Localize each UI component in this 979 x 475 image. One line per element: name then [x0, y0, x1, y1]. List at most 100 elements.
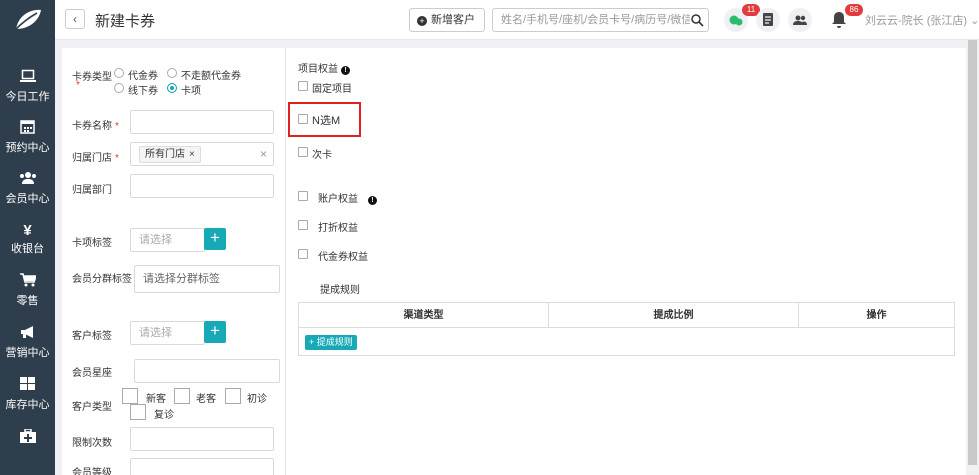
- checkbox-n-choose-m[interactable]: [298, 114, 308, 124]
- voucher-rights-label: 代金券权益: [318, 252, 368, 263]
- store-select[interactable]: 所有门店 × ×: [130, 142, 274, 166]
- calendar-icon: [0, 119, 55, 141]
- sidebar-item-medical[interactable]: [0, 424, 55, 474]
- col-actions: 操作: [866, 310, 887, 321]
- team-button[interactable]: [788, 8, 812, 32]
- store-label: 归属门店 *: [72, 153, 119, 164]
- orders-button[interactable]: [756, 8, 780, 32]
- search-placeholder: 姓名/手机号/座机/会员卡号/病历号/微信号: [501, 14, 704, 26]
- checkbox-discount-rights[interactable]: [298, 220, 308, 230]
- commission-rule-label: 提成规则: [320, 285, 360, 296]
- laptop-icon: [0, 68, 55, 90]
- checkbox-first-visit[interactable]: [225, 388, 241, 404]
- customer-tag-label: 客户标签: [72, 331, 112, 342]
- card-name-input[interactable]: [130, 110, 274, 134]
- sidebar-item-cashier[interactable]: ¥ 收银台: [0, 216, 55, 266]
- col-channel-type: 渠道类型: [403, 310, 444, 321]
- table-header: 渠道类型 提成比例 操作: [299, 303, 954, 328]
- plus-circle-icon: +: [417, 16, 427, 26]
- sidebar-item-retail[interactable]: 零售: [0, 268, 55, 318]
- old-customer-type-label: 老客: [196, 394, 216, 405]
- top-bar: ‹ 新建卡券 + 新增客户 姓名/手机号/座机/会员卡号/病历号/微信号 11 8…: [55, 0, 979, 40]
- info-icon[interactable]: !: [341, 66, 350, 75]
- member-level-select[interactable]: [130, 458, 274, 475]
- customer-tag-select[interactable]: 请选择: [130, 321, 205, 345]
- new-customer-button[interactable]: + 新增客户: [409, 8, 485, 32]
- checkbox-fixed-project[interactable]: [298, 81, 308, 91]
- limit-times-label: 限制次数: [72, 438, 112, 449]
- checkbox-old-customer[interactable]: [174, 388, 190, 404]
- search-icon[interactable]: [690, 13, 704, 27]
- back-button[interactable]: ‹: [65, 9, 85, 29]
- chevron-down-icon: ⌄: [970, 15, 979, 27]
- checkbox-account-rights[interactable]: [298, 191, 308, 201]
- member-group-label: 会员分群标签: [72, 274, 132, 285]
- add-customer-tag-button[interactable]: +: [204, 321, 226, 343]
- page-title: 新建卡券: [95, 13, 156, 30]
- member-star-input[interactable]: [134, 359, 280, 383]
- member-group-select[interactable]: 请选择分群标签: [134, 265, 280, 293]
- megaphone-icon: [0, 324, 55, 346]
- radio-voucher[interactable]: [114, 68, 124, 78]
- search-input[interactable]: 姓名/手机号/座机/会员卡号/病历号/微信号: [492, 8, 709, 32]
- leaf-logo-icon: [14, 9, 41, 30]
- card-tag-label: 卡项标签: [72, 238, 112, 249]
- sidebar-item-appointment[interactable]: 预约中心: [0, 115, 55, 165]
- member-star-label: 会员星座: [72, 368, 112, 379]
- new-customer-type-label: 新客: [146, 394, 166, 405]
- yen-icon: ¥: [23, 222, 32, 239]
- add-card-tag-button[interactable]: +: [204, 228, 226, 250]
- clear-icon[interactable]: ×: [260, 143, 267, 165]
- first-visit-label: 初诊: [247, 394, 267, 405]
- member-level-label: 会员等级: [72, 468, 112, 475]
- sidebar-item-marketing[interactable]: 营销中心: [0, 320, 55, 370]
- radio-voucher-label: 代金券: [128, 71, 158, 82]
- notification-badge: 86: [845, 4, 863, 16]
- grid-icon: [0, 376, 55, 398]
- users-icon: [0, 170, 55, 192]
- card-name-label: 卡券名称 *: [72, 121, 119, 132]
- radio-card-item[interactable]: [167, 83, 177, 93]
- notification-button[interactable]: 86: [827, 4, 863, 32]
- team-icon: [788, 8, 812, 32]
- wechat-button[interactable]: 11: [724, 4, 760, 32]
- account-info-icon[interactable]: !: [368, 196, 377, 205]
- return-visit-label: 复诊: [154, 410, 174, 421]
- radio-nonrefund-voucher[interactable]: [167, 68, 177, 78]
- checkbox-times-card[interactable]: [298, 147, 308, 157]
- dept-input[interactable]: [130, 174, 274, 198]
- discount-rights-label: 打折权益: [318, 223, 358, 234]
- tag-remove-icon[interactable]: ×: [189, 149, 195, 160]
- project-rights-label: 项目权益!: [298, 60, 350, 75]
- times-card-label: 次卡: [312, 150, 332, 161]
- app-logo[interactable]: [0, 0, 55, 40]
- account-rights-label: 账户权益!: [318, 190, 377, 205]
- sidebar-item-inventory[interactable]: 库存中心: [0, 372, 55, 422]
- commission-table: 渠道类型 提成比例 操作 + 提成规则: [298, 302, 955, 356]
- required-mark: *: [76, 80, 80, 91]
- dept-label: 归属部门: [72, 185, 112, 196]
- radio-offline-voucher[interactable]: [114, 83, 124, 93]
- checkbox-return-visit[interactable]: [130, 404, 146, 420]
- sidebar: 今日工作 预约中心 会员中心 ¥ 收银台 零售 营销中心 库存中心: [0, 0, 55, 475]
- medkit-icon: [0, 428, 55, 450]
- fixed-project-label: 固定项目: [312, 84, 352, 95]
- limit-times-input[interactable]: [130, 427, 274, 451]
- clipboard-icon: [756, 8, 780, 32]
- column-divider: [285, 48, 286, 475]
- col-commission-ratio: 提成比例: [653, 310, 694, 321]
- sidebar-item-member[interactable]: 会员中心: [0, 166, 55, 216]
- n-choose-m-label: N选M: [312, 115, 341, 127]
- radio-card-item-label: 卡项: [181, 86, 201, 97]
- user-name: 刘云云-院长 (张江店): [865, 15, 968, 27]
- checkbox-new-customer[interactable]: [122, 388, 138, 404]
- new-customer-label: 新增客户: [431, 14, 475, 26]
- scrollbar-thumb[interactable]: [968, 40, 977, 465]
- checkbox-voucher-rights[interactable]: [298, 249, 308, 259]
- radio-nonrefund-voucher-label: 不走额代金券: [181, 71, 241, 82]
- sidebar-item-today-work[interactable]: 今日工作: [0, 64, 55, 114]
- card-tag-select[interactable]: 请选择: [130, 228, 205, 252]
- user-menu[interactable]: 刘云云-院长 (张江店) ⌄: [865, 12, 979, 28]
- store-tag: 所有门店 ×: [139, 146, 201, 163]
- add-commission-rule-button[interactable]: + 提成规则: [305, 335, 357, 350]
